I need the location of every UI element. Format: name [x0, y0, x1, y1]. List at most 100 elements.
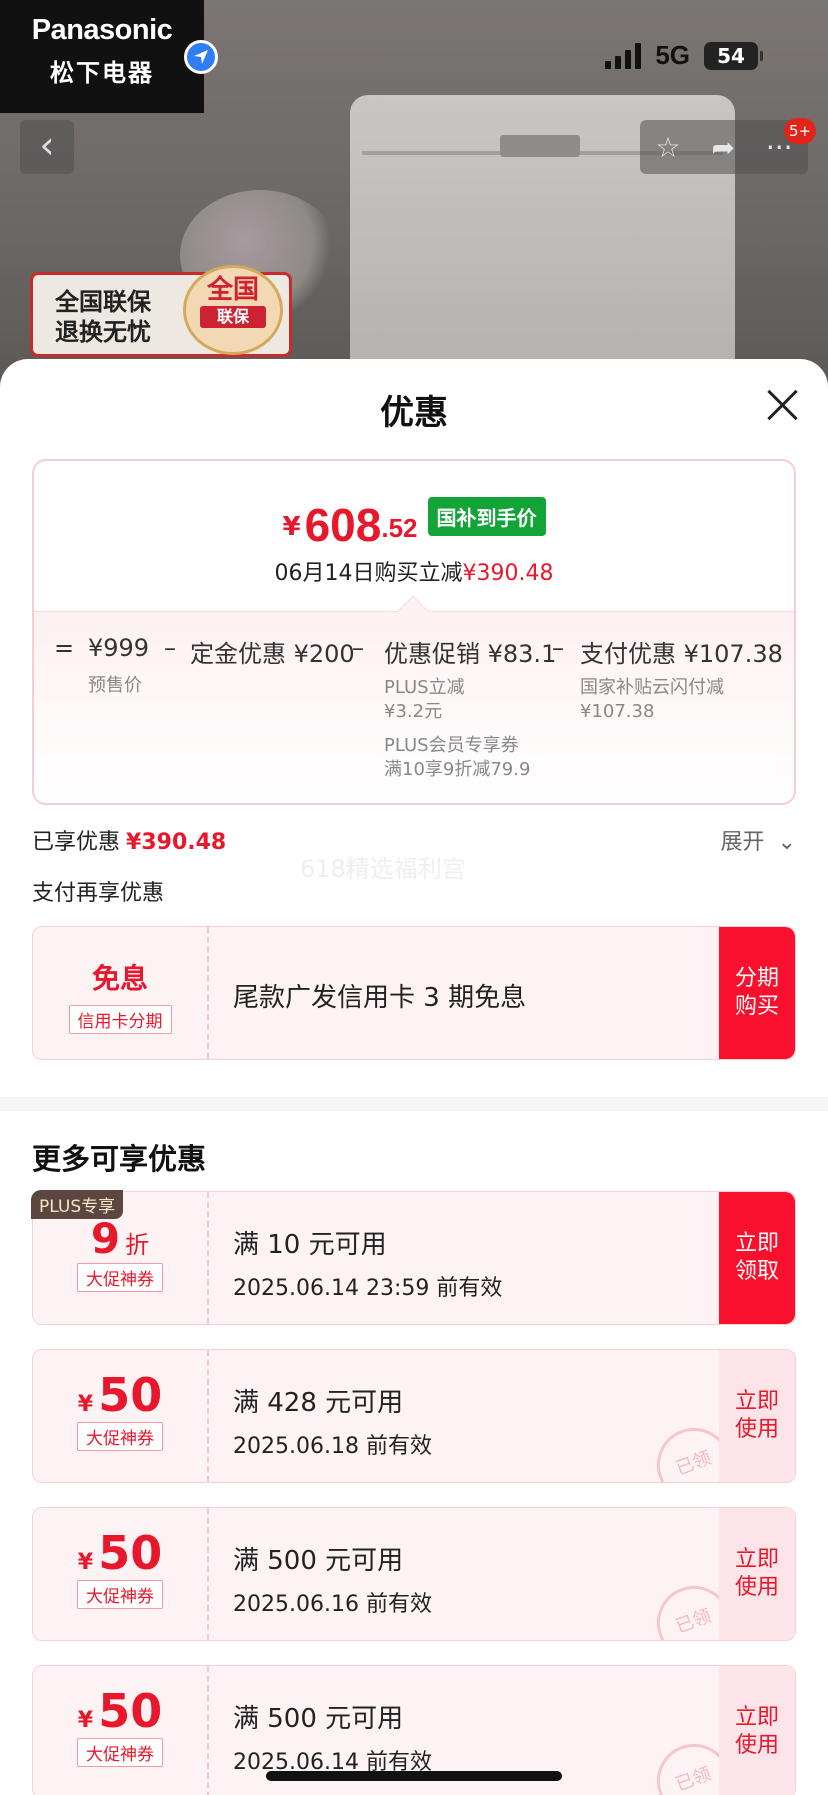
discount-unit: 折: [125, 1231, 150, 1259]
coupon-details: 满 428 元可用 2025.06.18 前有效: [233, 1350, 715, 1482]
enjoyed-label: 已享优惠: [32, 830, 121, 855]
brand-logo: Panasonic 松下电器: [0, 0, 204, 113]
promo-chip: 大促神券: [77, 1580, 163, 1609]
more-offers-title: 更多可享优惠: [32, 1142, 207, 1176]
seal-top: 全国: [206, 275, 259, 305]
seal-bottom: 联保: [200, 306, 266, 328]
coupon-expiry: 2025.06.16 前有效: [233, 1592, 432, 1617]
price-subtitle-amount: ¥390.48: [462, 561, 554, 586]
status-bar: 5G 54: [605, 40, 763, 71]
back-icon: ‹: [39, 123, 55, 167]
use-coupon-button[interactable]: 立即 使用: [719, 1508, 795, 1640]
use-label-1: 立即: [734, 1705, 779, 1730]
price-integer: 608: [304, 499, 382, 551]
payment-sub-1: 国家补贴云闪付减: [580, 677, 724, 698]
coupon-condition: 满 500 元可用: [233, 1704, 404, 1734]
claim-coupon-button[interactable]: 立即 领取: [719, 1192, 795, 1324]
price-breakdown: = ¥999 预售价 – 定金优惠 ¥200 – 优惠促销 ¥83.1 PLUS…: [34, 595, 794, 803]
promo-sub-2: ¥3.2元: [384, 701, 443, 722]
claim-label-1: 立即: [734, 1231, 779, 1256]
brand-name-en: Panasonic: [31, 14, 173, 46]
coupon-value: ¥ 50 大促神券: [33, 1666, 209, 1795]
home-indicator[interactable]: [266, 1771, 562, 1781]
coupon-condition: 满 428 元可用: [233, 1388, 404, 1418]
use-label-2: 使用: [734, 1733, 779, 1758]
pay-again-title: 支付再享优惠: [32, 881, 165, 906]
minus-sign-3: –: [552, 634, 564, 662]
installment-offer: 免息 信用卡分期 尾款广发信用卡 3 期免息 分期 购买: [32, 926, 796, 1060]
installment-left: 免息 信用卡分期: [33, 927, 209, 1059]
use-coupon-button[interactable]: 立即 使用: [719, 1666, 795, 1795]
promo-chip: 大促神券: [77, 1422, 163, 1451]
coupon-card: ¥ 50 大促神券 满 500 元可用 2025.06.16 前有效 已领 立即…: [32, 1507, 796, 1641]
price-subtitle-prefix: 06月14日购买立减: [274, 561, 463, 586]
presale-value: ¥999: [88, 634, 150, 662]
final-price: ¥ 608 .52 国补到手价: [34, 497, 794, 548]
payment-sub-2: ¥107.38: [580, 701, 655, 722]
coupon-details: 满 500 元可用 2025.06.16 前有效: [233, 1508, 715, 1640]
discount-sheet: 优惠 ¥ 608 .52 国补到手价 06月14日购买立减¥390.48 = ¥…: [0, 359, 828, 1795]
promo-discount: 优惠促销 ¥83.1: [384, 640, 557, 668]
equals-sign: =: [54, 634, 75, 662]
battery-icon: 54: [704, 41, 763, 70]
coupon-card: ¥ 50 大促神券 满 428 元可用 2025.06.18 前有效 已领 立即…: [32, 1349, 796, 1483]
use-label-2: 使用: [734, 1417, 779, 1442]
credit-card-chip: 信用卡分期: [68, 1005, 172, 1034]
expand-button[interactable]: 展开 ⌄: [721, 824, 796, 856]
use-coupon-button[interactable]: 立即 使用: [719, 1350, 795, 1482]
subsidy-price-tag: 国补到手价: [427, 497, 546, 536]
coupon-expiry: 2025.06.18 前有效: [233, 1434, 432, 1459]
back-button[interactable]: ‹: [20, 120, 74, 174]
use-label-1: 立即: [734, 1389, 779, 1414]
promo-sub-1: PLUS立减: [384, 677, 465, 698]
installment-text: 尾款广发信用卡 3 期免息: [233, 983, 527, 1013]
installment-buy-button[interactable]: 分期 购买: [719, 927, 795, 1059]
price-currency: ¥: [282, 512, 301, 542]
enjoyed-amount: ¥390.48: [126, 830, 227, 855]
deposit-discount: 定金优惠 ¥200: [190, 640, 355, 668]
coupon-value: ¥ 50 大促神券: [33, 1508, 209, 1640]
watermark-text: 618精选福利宫: [300, 855, 466, 883]
minus-sign-2: –: [352, 634, 364, 662]
coupon-value: 9 折 大促神券: [33, 1192, 209, 1324]
coupon-amount: 50: [98, 1684, 163, 1738]
coupon-currency: ¥: [77, 1708, 94, 1733]
presale-label: 预售价: [88, 675, 142, 696]
coupon-amount: 50: [98, 1526, 163, 1580]
installment-body: 尾款广发信用卡 3 期免息: [233, 927, 715, 1059]
coupon-condition: 满 10 元可用: [233, 1230, 387, 1260]
use-label-2: 使用: [734, 1575, 779, 1600]
promo-sub-3: PLUS会员专享券: [384, 735, 519, 756]
coupon-card: PLUS专享 9 折 大促神券 满 10 元可用 2025.06.14 23:5…: [31, 1190, 796, 1325]
payment-discount: 支付优惠 ¥107.38: [580, 640, 783, 668]
coupon-value: ¥ 50 大促神券: [33, 1350, 209, 1482]
chevron-down-icon: ⌄: [777, 830, 796, 855]
location-arrow-icon: [184, 40, 218, 74]
price-card: ¥ 608 .52 国补到手价 06月14日购买立减¥390.48 = ¥999…: [32, 459, 796, 805]
installment-buy-label: 分期 购买: [734, 966, 779, 1019]
enjoyed-discount: 已享优惠 ¥390.48: [32, 824, 226, 856]
network-type: 5G: [655, 40, 690, 70]
share-icon[interactable]: ➦: [711, 131, 734, 164]
expand-label: 展开: [720, 830, 765, 855]
close-icon[interactable]: [766, 389, 798, 421]
price-decimal: .52: [381, 513, 418, 543]
warranty-seal: 全国 联保: [183, 265, 283, 355]
coupon-amount: 50: [98, 1368, 163, 1422]
price-summary: ¥ 608 .52 国补到手价 06月14日购买立减¥390.48: [34, 461, 794, 611]
price-subtitle: 06月14日购买立减¥390.48: [34, 555, 794, 587]
coupon-details: 满 10 元可用 2025.06.14 23:59 前有效: [233, 1192, 715, 1324]
promo-chip: 大促神券: [77, 1738, 163, 1767]
sheet-title: 优惠: [380, 393, 448, 433]
coupon-expiry: 2025.06.14 23:59 前有效: [233, 1276, 503, 1301]
claim-label-2: 领取: [734, 1259, 779, 1284]
product-page-background: Panasonic 松下电器 5G 54 ‹ ☆ ➦ ··· 5+ 全国联保 退…: [0, 0, 828, 380]
coupon-currency: ¥: [77, 1550, 94, 1575]
promo-chip: 大促神券: [77, 1263, 163, 1292]
warranty-sticker: 全国联保 退换无忧 全国 联保: [30, 265, 292, 357]
star-icon[interactable]: ☆: [655, 131, 680, 164]
use-label-1: 立即: [734, 1547, 779, 1572]
minus-sign-1: –: [164, 634, 176, 662]
section-divider: [0, 1097, 828, 1111]
brand-name-zh: 松下电器: [50, 59, 154, 87]
